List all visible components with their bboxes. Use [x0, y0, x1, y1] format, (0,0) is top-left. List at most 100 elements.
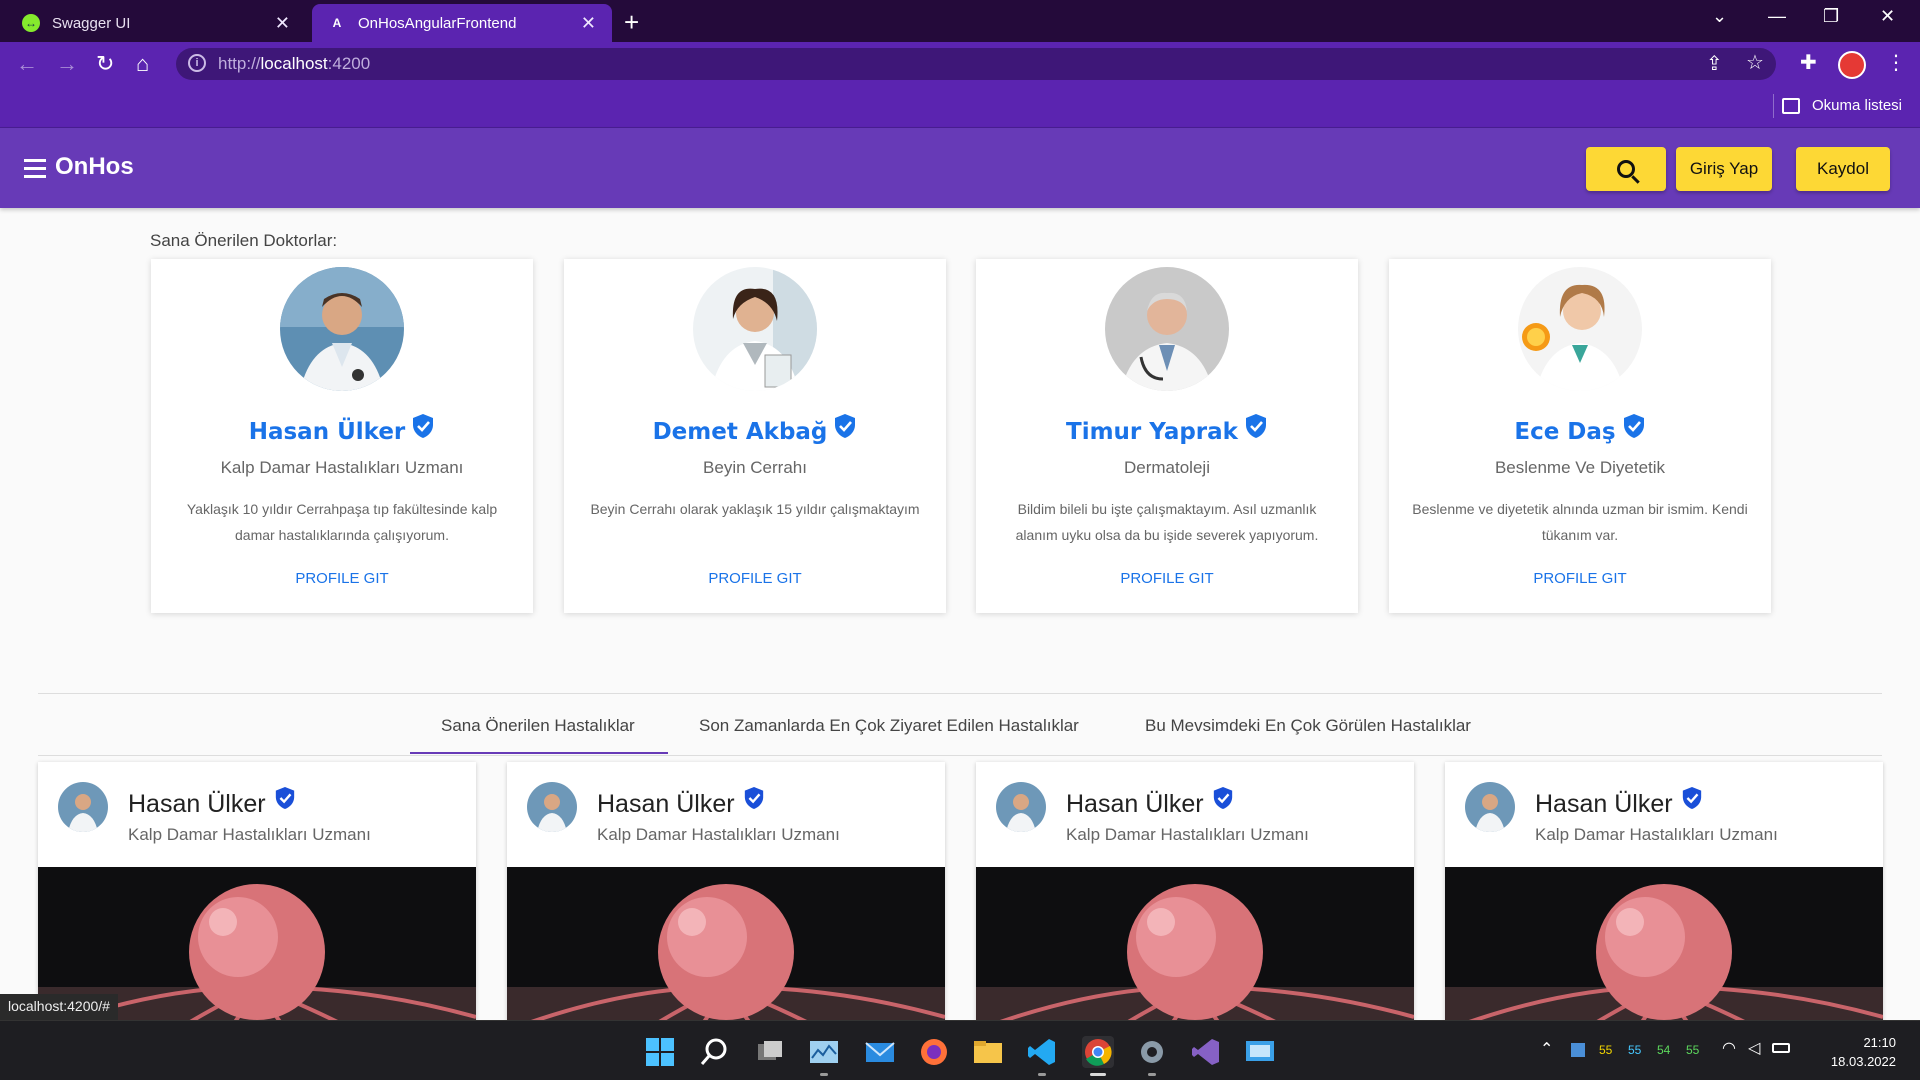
firefox-icon[interactable] [918, 1036, 950, 1068]
tab-most-visited-diseases[interactable]: Son Zamanlarda En Çok Ziyaret Edilen Has… [699, 716, 1079, 736]
mail-icon[interactable] [864, 1036, 896, 1068]
avatar [58, 782, 108, 832]
browser-tab-swagger[interactable]: ↔ Swagger UI ✕ [6, 4, 306, 42]
vscode-icon[interactable] [1026, 1036, 1058, 1068]
doctor-bio: Yaklaşık 10 yıldır Cerrahpaşa tıp fakült… [186, 501, 498, 543]
close-tab-icon[interactable]: ✕ [581, 13, 596, 34]
running-indicator [820, 1073, 828, 1076]
remote-desktop-icon[interactable] [1244, 1036, 1276, 1068]
author-specialty: Kalp Damar Hastalıkları Uzmanı [1535, 825, 1778, 844]
show-hidden-icons[interactable]: ⌃ [1540, 1039, 1553, 1059]
reading-list-button[interactable]: Okuma listesi [1781, 97, 1902, 114]
login-button[interactable]: Giriş Yap [1676, 147, 1772, 191]
tab-recommended-diseases[interactable]: Sana Önerilen Hastalıklar [441, 716, 635, 736]
address-bar[interactable]: i http://localhost:4200 ⇪ ☆ [176, 48, 1776, 80]
doctor-photo [693, 267, 817, 391]
bookmarks-separator [1773, 94, 1774, 118]
windows-start-icon[interactable] [644, 1036, 676, 1068]
task-manager-icon[interactable] [808, 1036, 840, 1068]
avatar [1465, 782, 1515, 832]
author-name: Hasan Ülker [1066, 787, 1234, 819]
clock-date: 18.03.2022 [1830, 1054, 1896, 1069]
volume-icon[interactable]: ◁ [1748, 1038, 1760, 1058]
verified-badge-icon [1623, 414, 1644, 438]
doctor-photo [280, 267, 404, 391]
doctor-specialty: Beslenme Ve Diyetetik [1494, 458, 1666, 477]
profile-link[interactable]: PROFILE GIT [1389, 570, 1771, 587]
home-icon[interactable]: ⌂ [136, 51, 149, 77]
search-button[interactable] [1586, 147, 1666, 191]
chrome-icon[interactable] [1082, 1036, 1114, 1068]
register-button[interactable]: Kaydol [1796, 147, 1890, 191]
author-name: Hasan Ülker [1535, 787, 1703, 819]
doctor-card: Hasan Ülker Kalp Damar Hastalıkları Uzma… [151, 259, 533, 626]
tray-app-icon[interactable] [1571, 1043, 1585, 1057]
active-tab-indicator [410, 752, 668, 754]
system-clock[interactable]: 21:10 18.03.2022 [1831, 1033, 1896, 1071]
profile-link[interactable]: PROFILE GIT [976, 570, 1358, 587]
bookmark-star-icon[interactable]: ☆ [1746, 50, 1764, 75]
file-explorer-icon[interactable] [972, 1036, 1004, 1068]
tab-title: Swagger UI [52, 14, 131, 32]
verified-badge-icon [1245, 414, 1266, 438]
browser-tab-strip: ↔ Swagger UI ✕ A OnHosAngularFrontend ✕ … [0, 0, 1920, 42]
minimize-icon[interactable]: — [1768, 6, 1786, 27]
doctor-bio: Beslenme ve diyetetik alnında uzman bir … [1412, 501, 1748, 543]
close-tab-icon[interactable]: ✕ [275, 13, 290, 34]
author-specialty: Kalp Damar Hastalıkları Uzmanı [597, 825, 840, 844]
battery-icon[interactable] [1772, 1043, 1790, 1053]
tray-sensor-value: 54 [1657, 1043, 1671, 1057]
author-specialty: Kalp Damar Hastalıkları Uzmanı [128, 825, 371, 844]
tab-search-icon[interactable]: ⌄ [1712, 6, 1727, 27]
forward-icon[interactable]: → [56, 51, 78, 77]
settings-gear-icon[interactable] [1136, 1036, 1168, 1068]
doctor-card: Demet Akbağ Beyin Cerrahı Beyin Cerrahı … [564, 259, 946, 626]
reload-icon[interactable]: ↻ [96, 51, 114, 77]
os-taskbar: ⌃ 55 55 54 55 ◠ ◁ 21:10 18.03.2022 [0, 1020, 1920, 1080]
task-view-icon[interactable] [754, 1036, 786, 1068]
tray-sensor-value: 55 [1628, 1043, 1642, 1057]
hamburger-menu-icon[interactable] [24, 159, 46, 183]
close-window-icon[interactable]: ✕ [1880, 6, 1895, 27]
section-divider [38, 693, 1882, 694]
profile-link[interactable]: PROFILE GIT [151, 570, 533, 587]
app-header: OnHos Giriş Yap Kaydol [0, 128, 1920, 208]
verified-badge-icon [744, 787, 763, 809]
avatar [527, 782, 577, 832]
browser-menu-icon[interactable]: ⋮ [1886, 50, 1906, 75]
tabs-underline [38, 755, 1882, 756]
running-indicator [1038, 1073, 1046, 1076]
doctor-bio: Bildim bileli bu işte çalışmaktayım. Ası… [1015, 501, 1319, 543]
author-specialty: Kalp Damar Hastalıkları Uzmanı [1066, 825, 1309, 844]
browser-toolbar: ← → ↻ ⌂ i http://localhost:4200 ⇪ ☆ ✚ ⋮ [0, 42, 1920, 86]
status-link-tooltip: localhost:4200/# [0, 994, 118, 1020]
search-icon [1617, 160, 1635, 178]
wifi-icon[interactable]: ◠ [1722, 1038, 1736, 1058]
search-taskbar-icon[interactable] [698, 1036, 730, 1068]
recommended-doctors-title: Sana Önerilen Doktorlar: [150, 231, 338, 250]
site-info-icon[interactable]: i [188, 54, 206, 72]
restore-icon[interactable]: ❐ [1823, 6, 1839, 27]
address-url[interactable]: http://localhost:4200 [218, 54, 370, 74]
disease-tabs: Sana Önerilen Hastalıklar Son Zamanlarda… [0, 700, 1920, 756]
tab-seasonal-diseases[interactable]: Bu Mevsimdeki En Çok Görülen Hastalıklar [1145, 716, 1471, 736]
browser-tab-onhos[interactable]: A OnHosAngularFrontend ✕ [312, 4, 612, 42]
share-icon[interactable]: ⇪ [1706, 51, 1723, 76]
doctor-bio: Beyin Cerrahı olarak yaklaşık 15 yıldır … [590, 501, 920, 517]
card-stack-shadow [177, 613, 507, 626]
bookmarks-bar: Okuma listesi [0, 86, 1920, 128]
doctor-name[interactable]: Hasan Ülker [151, 414, 533, 445]
tab-title: OnHosAngularFrontend [358, 14, 517, 32]
new-tab-button[interactable]: + [624, 7, 639, 38]
tray-sensor-value: 55 [1599, 1043, 1613, 1057]
extensions-icon[interactable]: ✚ [1800, 50, 1817, 75]
angular-icon: A [332, 16, 342, 30]
brand-title[interactable]: OnHos [55, 153, 134, 181]
doctor-name[interactable]: Timur Yaprak [976, 414, 1358, 445]
doctor-name[interactable]: Ece Daş [1389, 414, 1771, 445]
doctor-name[interactable]: Demet Akbağ [564, 414, 946, 445]
visual-studio-icon[interactable] [1190, 1036, 1222, 1068]
profile-avatar[interactable] [1838, 51, 1866, 79]
profile-link[interactable]: PROFILE GIT [564, 570, 946, 587]
back-icon[interactable]: ← [16, 51, 38, 77]
